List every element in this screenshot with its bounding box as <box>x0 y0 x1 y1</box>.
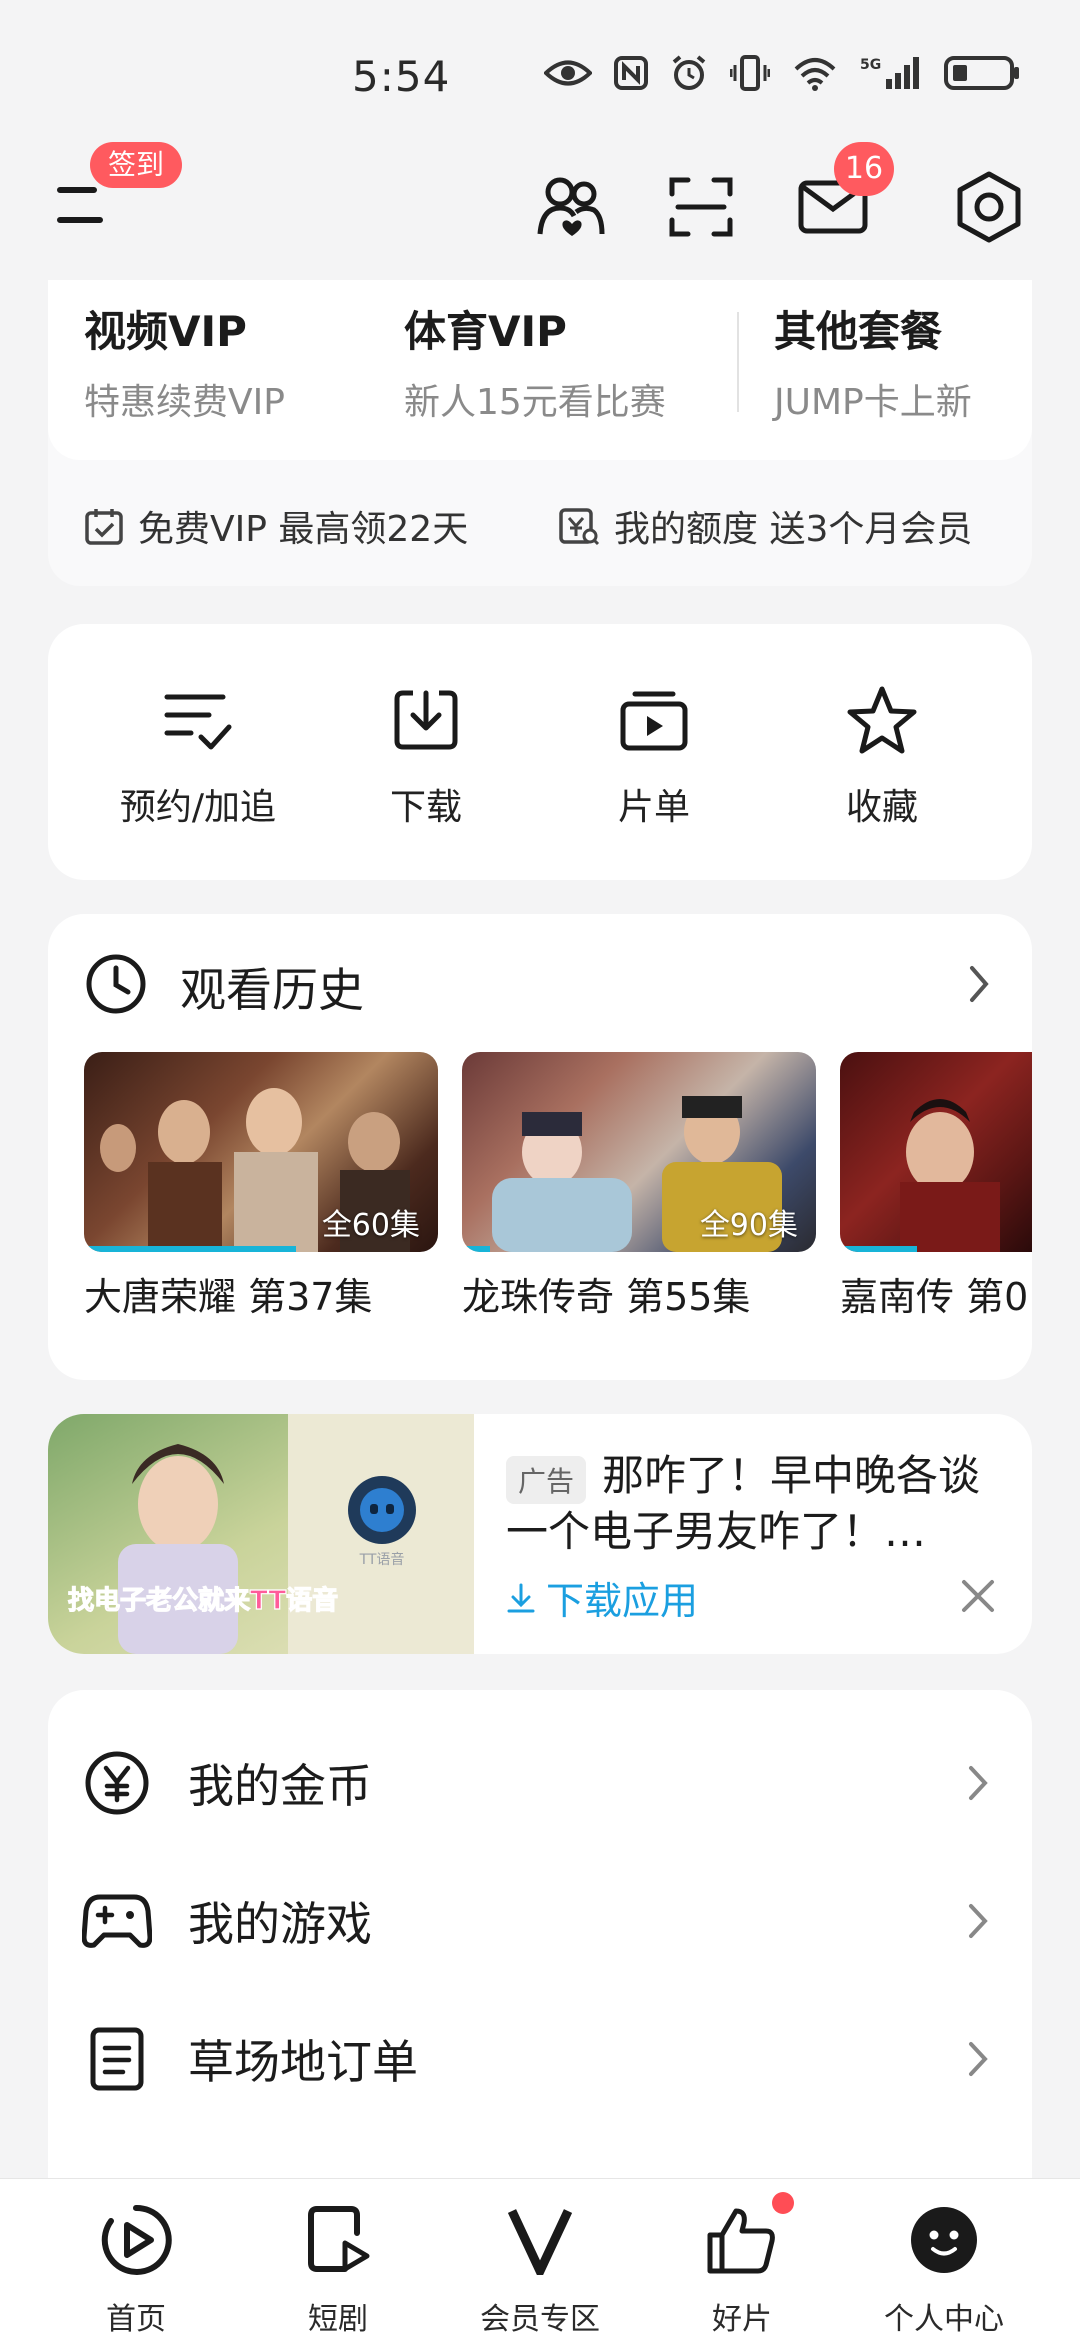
ad-app-name: TT语音 <box>359 1551 405 1568</box>
divider <box>737 312 739 412</box>
history-thumbnail[interactable]: 全60集 <box>84 1052 438 1252</box>
promo-quota[interactable]: 我的额度 送3个月会员 <box>558 500 972 552</box>
vip-v-icon <box>508 2209 572 2275</box>
history-title: 观看历史 <box>180 963 364 1017</box>
quick-action-download[interactable]: 下载 <box>316 680 536 830</box>
ad-image[interactable]: TT语音 找电子老公就来TT语音 <box>48 1414 474 1654</box>
nav-vip-zone[interactable]: 会员专区 <box>440 2190 640 2338</box>
nav-good-films[interactable]: 好片 <box>642 2190 842 2338</box>
menu-item-label: 我的游戏 <box>188 1897 372 1951</box>
play-circle-icon <box>101 2204 172 2275</box>
notification-dot <box>772 2192 794 2214</box>
yen-coin-icon <box>85 1751 149 1815</box>
vip-subtitle: 特惠续费VIP <box>84 382 285 423</box>
family-icon[interactable] <box>532 168 610 246</box>
nav-label: 短剧 <box>308 2302 368 2337</box>
ad-download-label: 下载应用 <box>546 1579 699 1623</box>
svg-text:5G: 5G <box>860 57 881 73</box>
quick-action-label: 片单 <box>617 787 690 828</box>
gamepad-icon <box>82 1894 152 1948</box>
quick-action-subscribe[interactable]: 预约/加追 <box>88 680 308 830</box>
settings-icon[interactable] <box>950 168 1028 246</box>
vip-title: 体育VIP <box>404 307 567 356</box>
vip-title: 视频VIP <box>84 307 247 356</box>
message-count-badge: 16 <box>834 142 894 196</box>
history-item-title[interactable]: 嘉南传 第0 <box>840 1266 1032 1321</box>
menu-item-coins[interactable]: 我的金币 <box>48 1718 1032 1848</box>
history-thumbnail[interactable]: 全90集 <box>462 1052 816 1252</box>
vip-item-video[interactable]: 视频VIP 特惠续费VIP <box>84 298 285 425</box>
history-thumbnail[interactable] <box>840 1052 1032 1252</box>
menu-item-label: 我的金币 <box>188 1759 372 1813</box>
quick-action-playlist[interactable]: 片单 <box>544 680 764 830</box>
short-drama-icon <box>308 2206 370 2272</box>
list-check-icon <box>164 694 232 750</box>
watch-progress-bar <box>84 1246 297 1252</box>
alarm-icon <box>672 55 706 90</box>
close-icon[interactable] <box>956 1574 1000 1618</box>
episode-count: 全60集 <box>321 1208 420 1243</box>
signal-5g-icon: 5G <box>860 57 919 89</box>
promo-label: 免费VIP 最高领22天 <box>138 509 469 550</box>
scan-icon[interactable] <box>662 168 740 246</box>
download-arrow-icon <box>507 1583 535 1612</box>
vip-subtitle: 新人15元看比赛 <box>404 382 666 423</box>
nav-home[interactable]: 首页 <box>36 2190 236 2338</box>
history-item-title[interactable]: 大唐荣耀 第37集 <box>84 1266 438 1321</box>
wifi-icon <box>794 58 836 91</box>
nfc-icon <box>614 56 648 90</box>
star-icon <box>847 686 917 754</box>
battery-icon <box>944 56 1019 90</box>
thumbs-up-icon <box>707 2208 775 2274</box>
promo-free-vip[interactable]: 免费VIP 最高领22天 <box>84 500 468 552</box>
watch-progress-bar <box>840 1246 917 1252</box>
chevron-right-icon[interactable] <box>966 964 992 1004</box>
vip-item-sports[interactable]: 体育VIP 新人15元看比赛 <box>404 298 666 425</box>
ad-image-caption: 找电子老公就来TT语音 <box>68 1585 338 1616</box>
download-icon <box>394 690 458 750</box>
quota-icon <box>559 508 600 546</box>
playlist-icon <box>620 691 688 751</box>
nav-label: 首页 <box>106 2302 166 2337</box>
nav-profile[interactable]: 个人中心 <box>844 2190 1044 2338</box>
ad-download-button[interactable]: 下载应用 <box>506 1570 698 1625</box>
nav-label: 个人中心 <box>884 2302 1004 2337</box>
quick-action-label: 下载 <box>389 787 462 828</box>
nav-short-drama[interactable]: 短剧 <box>238 2190 438 2338</box>
promo-label: 我的额度 送3个月会员 <box>614 509 973 550</box>
nav-label: 好片 <box>712 2302 772 2337</box>
quick-action-label: 预约/加追 <box>119 787 277 828</box>
nav-label: 会员专区 <box>480 2302 600 2337</box>
order-icon <box>90 2027 144 2091</box>
chevron-right-icon <box>969 1904 988 1938</box>
status-icons: 5G <box>544 54 1020 92</box>
quick-action-favorites[interactable]: 收藏 <box>772 680 992 830</box>
menu-item-label: 草场地订单 <box>188 2035 418 2089</box>
vip-title: 其他套餐 <box>774 307 943 356</box>
vibrate-icon <box>730 55 770 91</box>
clock-icon <box>86 954 146 1014</box>
chevron-right-icon <box>969 1766 988 1800</box>
menu-item-orders[interactable]: 草场地订单 <box>48 1994 1032 2124</box>
vip-subtitle: JUMP卡上新 <box>774 382 972 423</box>
eye-icon <box>544 60 592 86</box>
menu-item-games[interactable]: 我的游戏 <box>48 1856 1032 1986</box>
watch-progress-bar <box>462 1246 491 1252</box>
chevron-right-icon <box>969 2042 988 2076</box>
vip-item-other[interactable]: 其他套餐 JUMP卡上新 <box>774 298 972 425</box>
calendar-check-icon <box>85 509 123 545</box>
history-item-title[interactable]: 龙珠传奇 第55集 <box>462 1266 816 1321</box>
ad-tag: 广告 <box>506 1456 587 1504</box>
profile-face-icon <box>911 2207 977 2273</box>
quick-action-label: 收藏 <box>845 787 918 828</box>
signin-badge[interactable]: 签到 <box>90 142 183 188</box>
status-time: 5:54 <box>352 52 451 101</box>
episode-count: 全90集 <box>699 1208 798 1243</box>
